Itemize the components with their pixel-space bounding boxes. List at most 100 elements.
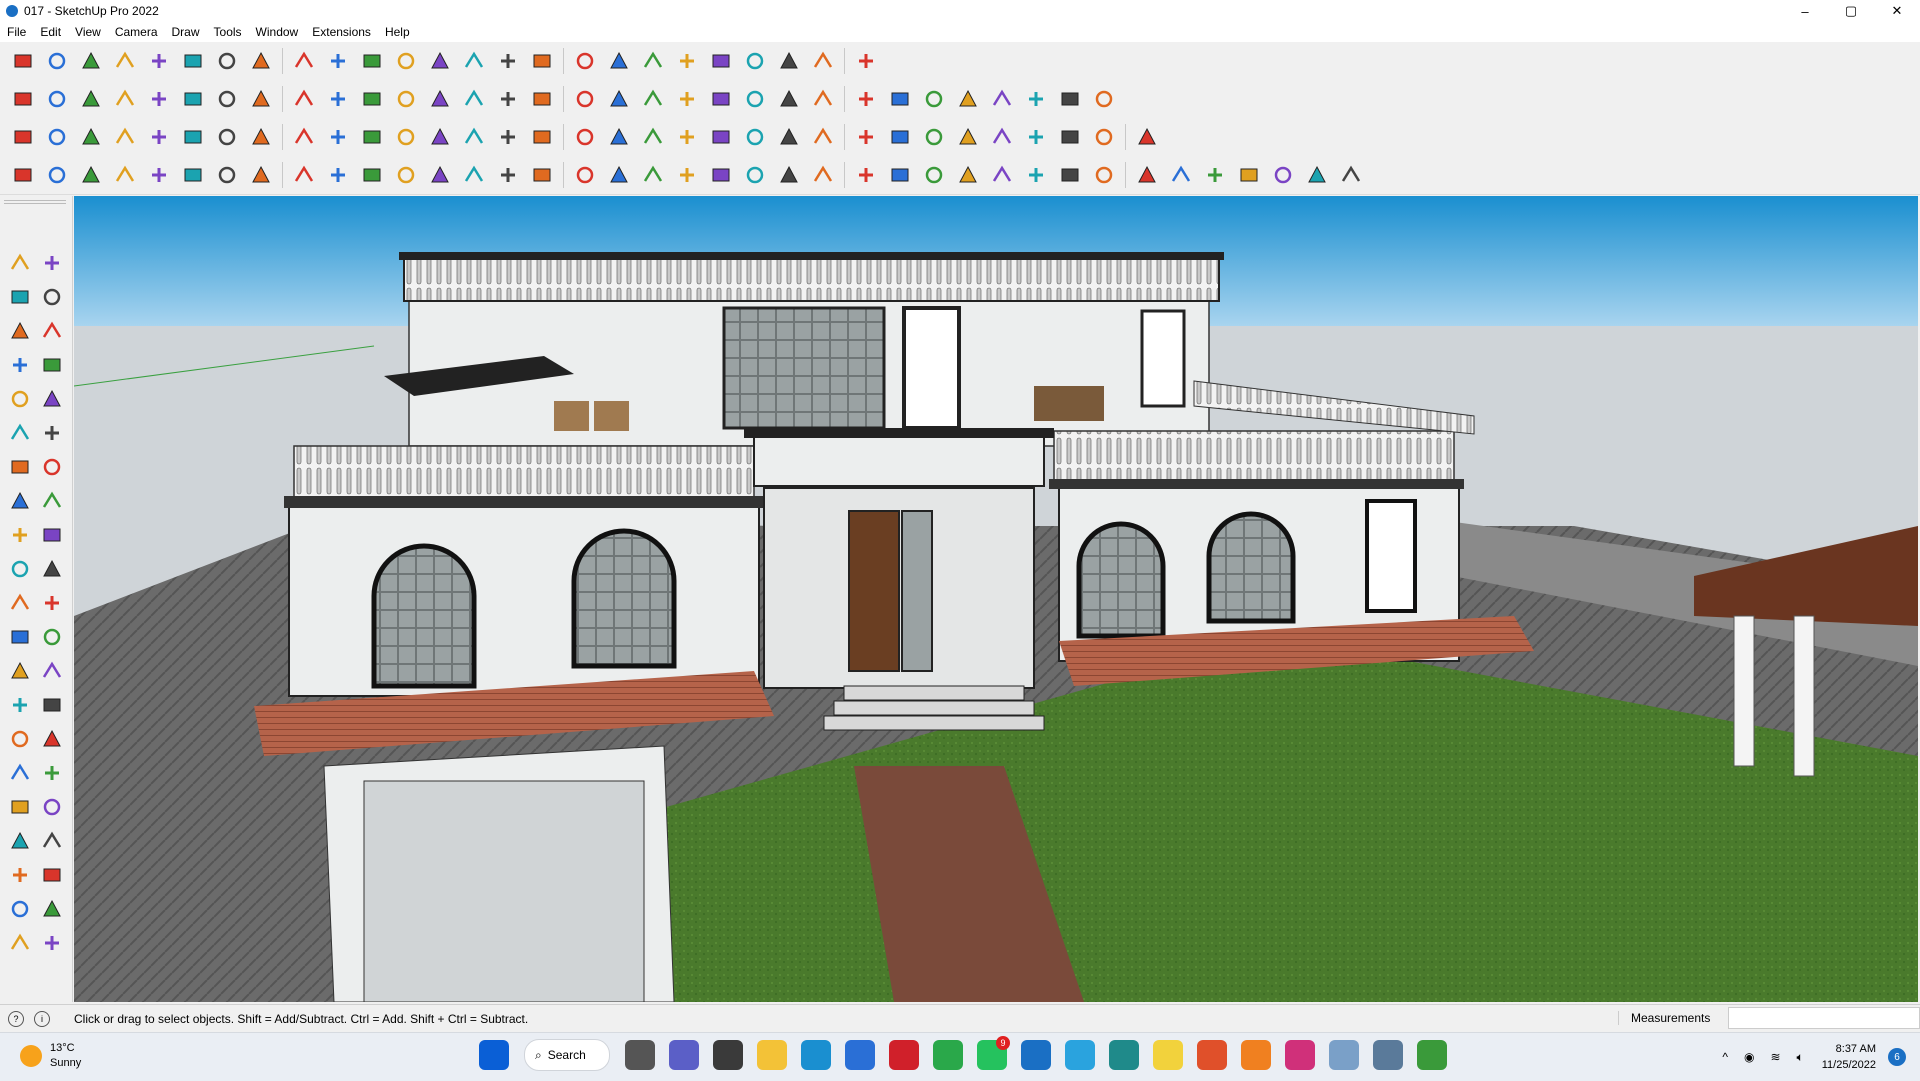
beam-icon[interactable] bbox=[1133, 123, 1161, 151]
solid-icon[interactable] bbox=[1056, 85, 1084, 113]
weld-icon[interactable] bbox=[741, 85, 769, 113]
close-x-icon[interactable] bbox=[1269, 161, 1297, 189]
text-icon[interactable] bbox=[426, 47, 454, 75]
scenes-icon[interactable] bbox=[775, 47, 803, 75]
windows-start-icon[interactable] bbox=[479, 1040, 509, 1070]
instagram-icon[interactable] bbox=[1285, 1040, 1315, 1070]
flag-icon[interactable] bbox=[324, 161, 352, 189]
task-view-icon[interactable] bbox=[625, 1040, 655, 1070]
minimize-button[interactable]: – bbox=[1782, 0, 1828, 22]
grammarly-icon[interactable] bbox=[1197, 1040, 1227, 1070]
knot-icon[interactable] bbox=[741, 161, 769, 189]
import-icon[interactable] bbox=[852, 85, 880, 113]
lasso-icon[interactable] bbox=[145, 47, 173, 75]
wifi-icon[interactable]: ≋ bbox=[1770, 1050, 1780, 1064]
cloth-icon[interactable] bbox=[809, 123, 837, 151]
menu-camera[interactable]: Camera bbox=[108, 25, 165, 39]
wireframe-icon[interactable] bbox=[145, 85, 173, 113]
zoom-window-icon[interactable] bbox=[571, 47, 599, 75]
extension-icon[interactable] bbox=[852, 47, 880, 75]
components-icon[interactable] bbox=[639, 47, 667, 75]
door-icon[interactable] bbox=[426, 123, 454, 151]
export-icon[interactable] bbox=[809, 85, 837, 113]
close-button[interactable]: ✕ bbox=[1874, 0, 1920, 22]
paint-tool-icon[interactable] bbox=[6, 283, 34, 311]
gear-loop-icon[interactable] bbox=[775, 161, 803, 189]
ellipse-icon[interactable] bbox=[571, 85, 599, 113]
notification-badge[interactable]: 6 bbox=[1888, 1048, 1906, 1066]
stairs-icon[interactable] bbox=[988, 123, 1016, 151]
circle-dots-icon[interactable] bbox=[1303, 161, 1331, 189]
maximize-button[interactable]: ▢ bbox=[1828, 0, 1874, 22]
menu-file[interactable]: File bbox=[0, 25, 33, 39]
link-icon[interactable] bbox=[392, 161, 420, 189]
pan-icon[interactable] bbox=[528, 47, 556, 75]
house-icon[interactable] bbox=[1022, 161, 1050, 189]
styles-tool-icon[interactable] bbox=[38, 929, 66, 957]
rotate-tool-icon[interactable] bbox=[6, 555, 34, 583]
photos-icon[interactable] bbox=[1329, 1040, 1359, 1070]
roof-icon[interactable] bbox=[988, 161, 1016, 189]
style-builder-icon[interactable] bbox=[1373, 1040, 1403, 1070]
cone-icon[interactable] bbox=[179, 123, 207, 151]
previous-view-icon[interactable] bbox=[38, 793, 66, 821]
styles-icon[interactable] bbox=[741, 47, 769, 75]
orbit-icon[interactable] bbox=[494, 47, 522, 75]
chamfer-icon[interactable] bbox=[707, 123, 735, 151]
look-around-icon[interactable] bbox=[38, 827, 66, 855]
tag-icon[interactable] bbox=[1056, 161, 1084, 189]
calculator-icon[interactable] bbox=[713, 1040, 743, 1070]
move-icon[interactable] bbox=[290, 47, 318, 75]
file-explorer-icon[interactable] bbox=[757, 1040, 787, 1070]
cylinder-icon[interactable] bbox=[290, 123, 318, 151]
hook-icon[interactable] bbox=[426, 161, 454, 189]
green-cross-icon[interactable] bbox=[528, 161, 556, 189]
followme-icon[interactable] bbox=[247, 47, 275, 75]
stack-icon[interactable] bbox=[179, 161, 207, 189]
line-tool-icon[interactable] bbox=[6, 351, 34, 379]
palette-grip[interactable] bbox=[4, 200, 66, 204]
offset-tool-icon[interactable] bbox=[38, 589, 66, 617]
dome-icon[interactable] bbox=[213, 123, 241, 151]
volume-icon[interactable]: 🔈︎ bbox=[1797, 1050, 1804, 1065]
section-cut-icon[interactable] bbox=[392, 85, 420, 113]
intersect-icon[interactable] bbox=[707, 85, 735, 113]
leaf-icon[interactable] bbox=[852, 123, 880, 151]
grid-icon[interactable] bbox=[324, 123, 352, 151]
join-icon[interactable] bbox=[775, 85, 803, 113]
rotated-rect-icon[interactable] bbox=[38, 385, 66, 413]
menu-tools[interactable]: Tools bbox=[207, 25, 249, 39]
paint-icon[interactable] bbox=[179, 47, 207, 75]
pipe-icon[interactable] bbox=[1022, 123, 1050, 151]
cyan-plane-icon[interactable] bbox=[43, 161, 71, 189]
model-viewport[interactable] bbox=[74, 196, 1918, 1002]
wedge-icon[interactable] bbox=[111, 123, 139, 151]
polygon-tool-icon[interactable] bbox=[38, 419, 66, 447]
flask-icon[interactable] bbox=[639, 161, 667, 189]
cloud-icon[interactable] bbox=[1241, 1040, 1271, 1070]
menu-draw[interactable]: Draw bbox=[165, 25, 207, 39]
info-icon[interactable]: i bbox=[34, 1011, 50, 1027]
chevron-up-icon[interactable]: ^ bbox=[1722, 1050, 1728, 1064]
offset-icon[interactable] bbox=[673, 85, 701, 113]
group-icon[interactable] bbox=[1090, 161, 1118, 189]
tags-icon[interactable] bbox=[707, 47, 735, 75]
rotate-icon[interactable] bbox=[324, 47, 352, 75]
weather-widget[interactable]: 13°C Sunny bbox=[20, 1041, 81, 1071]
zoom-window-tool-icon[interactable] bbox=[38, 759, 66, 787]
box-icon[interactable] bbox=[43, 85, 71, 113]
green-plane-icon[interactable] bbox=[111, 161, 139, 189]
blue-x-icon[interactable] bbox=[571, 161, 599, 189]
measurements-input[interactable] bbox=[1728, 1007, 1920, 1029]
blue-box-icon[interactable] bbox=[9, 161, 37, 189]
wave-icon[interactable] bbox=[920, 123, 948, 151]
zoom-icon[interactable] bbox=[9, 47, 37, 75]
sphere-icon[interactable] bbox=[77, 123, 105, 151]
snowflake-icon[interactable] bbox=[809, 161, 837, 189]
union-icon[interactable] bbox=[1090, 85, 1118, 113]
clock[interactable]: 8:37 AM 11/25/2022 bbox=[1822, 1041, 1876, 1073]
orbit-tool-icon[interactable] bbox=[38, 249, 66, 277]
tree-icon[interactable] bbox=[920, 161, 948, 189]
sketchup-icon[interactable] bbox=[1021, 1040, 1051, 1070]
hidden-line-icon[interactable] bbox=[179, 85, 207, 113]
